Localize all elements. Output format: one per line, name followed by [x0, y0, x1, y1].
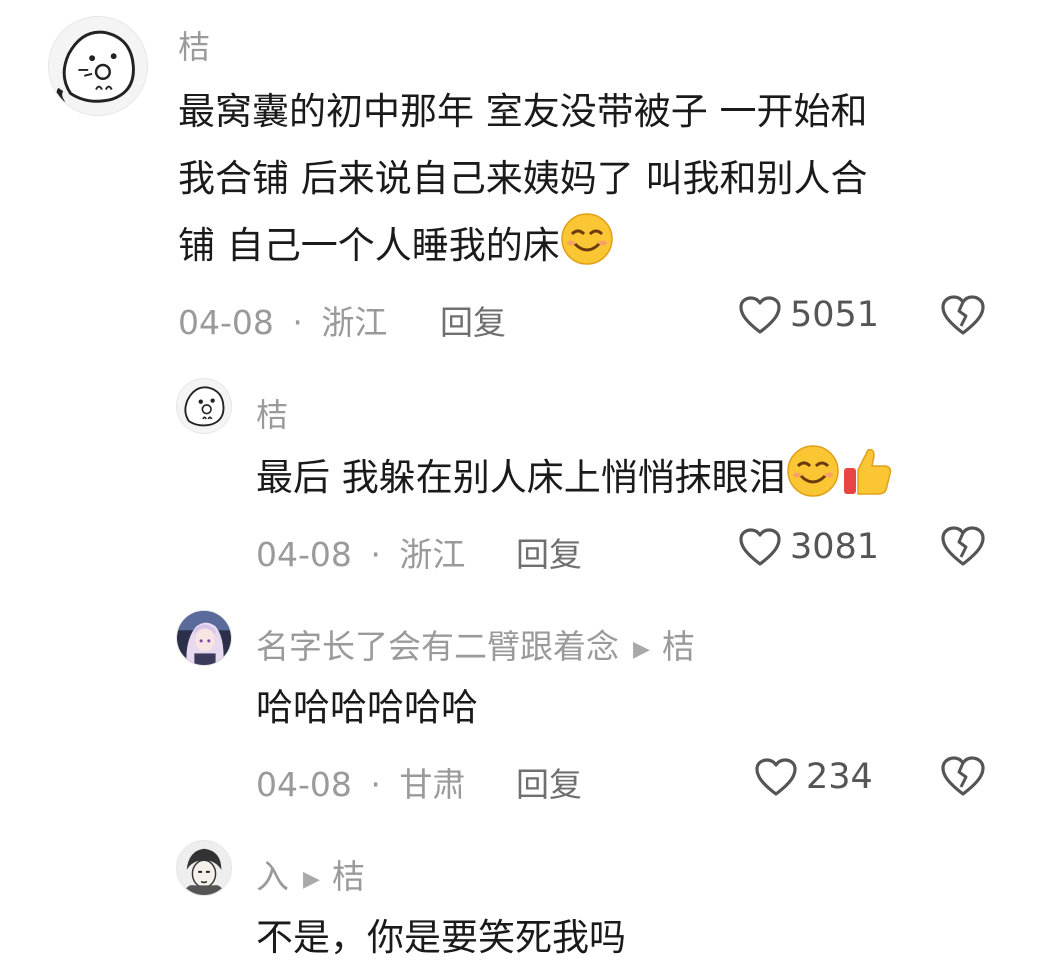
heart-outline-icon: [739, 296, 781, 334]
comment-text-line: 我合铺 后来说自己来姨妈了 叫我和别人合: [178, 157, 868, 200]
avatar-blob-icon: [177, 379, 231, 433]
anime-girl-avatar-icon: [177, 611, 231, 665]
meta-separator: ·: [292, 303, 303, 342]
avatar-ju[interactable]: [176, 378, 232, 434]
comment-text-line: 铺 自己一个人睡我的床: [178, 212, 868, 279]
comment-username-line: 名字长了会有二臂跟着念 ▶ 桔: [256, 620, 695, 668]
like-count: 3081: [790, 527, 880, 567]
comment-location: 甘肃: [399, 765, 466, 804]
comment-date: 04-08: [178, 303, 274, 342]
dislike-button[interactable]: [940, 525, 986, 571]
heart-outline-icon: [739, 528, 781, 566]
comment-text: 最窝囊的初中那年 室友没带被子 一开始和 我合铺 后来说自己来姨妈了 叫我和别人…: [178, 78, 868, 279]
like-button[interactable]: 5051: [738, 295, 879, 335]
smiling-face-emoji-icon: [787, 445, 839, 497]
like-count: 5051: [790, 295, 880, 335]
comment-text: 最后 我躲在别人床上悄悄抹眼泪: [256, 444, 894, 511]
reply-button[interactable]: 回复: [516, 528, 582, 576]
comment-location: 浙江: [321, 303, 388, 342]
comment-text-segment: 最后 我躲在别人床上悄悄抹眼泪: [256, 456, 786, 499]
comment-meta: 04-08 · 甘肃: [256, 758, 465, 806]
broken-heart-icon: [941, 756, 985, 796]
like-button[interactable]: 234: [754, 757, 873, 797]
play-triangle-icon: ▶: [633, 637, 650, 662]
comment-date: 04-08: [256, 535, 352, 574]
avatar-ju[interactable]: [48, 16, 148, 116]
avatar-sketch[interactable]: [176, 840, 232, 896]
comment-text-line: 最后 我躲在别人床上悄悄抹眼泪: [256, 444, 894, 511]
sketch-portrait-avatar-icon: [177, 841, 231, 895]
comment-text: 不是，你是要笑死我吗: [256, 904, 626, 971]
comment-text-line: 哈哈哈哈哈哈: [256, 686, 478, 729]
comment-username[interactable]: 入: [256, 857, 289, 896]
dislike-button[interactable]: [940, 755, 986, 801]
comment-location: 浙江: [399, 535, 466, 574]
comment-date: 04-08: [256, 765, 352, 804]
like-count: 234: [806, 757, 873, 797]
comment-username[interactable]: 桔: [256, 390, 288, 436]
comment-username[interactable]: 桔: [178, 22, 210, 68]
meta-separator: ·: [370, 765, 381, 804]
reply-to-username[interactable]: 桔: [662, 627, 695, 666]
broken-heart-icon: [941, 295, 985, 335]
dislike-button[interactable]: [940, 294, 986, 340]
comment-text: 哈哈哈哈哈哈: [256, 674, 478, 741]
meta-separator: ·: [370, 535, 381, 574]
reply-to-username[interactable]: 桔: [332, 857, 365, 896]
avatar-blob-icon: [49, 17, 147, 115]
avatar-anime-girl[interactable]: [176, 610, 232, 666]
broken-heart-icon: [941, 526, 985, 566]
smiling-face-emoji-icon: [561, 213, 613, 265]
thumbs-up-emoji-icon: [843, 448, 892, 495]
like-button[interactable]: 3081: [738, 527, 879, 567]
comment-meta: 04-08 · 浙江: [256, 528, 465, 576]
comment-meta: 04-08 · 浙江: [178, 296, 387, 344]
reply-button[interactable]: 回复: [516, 758, 582, 806]
comment-text-line: 不是，你是要笑死我吗: [256, 916, 626, 959]
play-triangle-icon: ▶: [303, 867, 320, 892]
reply-button[interactable]: 回复: [440, 296, 506, 344]
comment-username[interactable]: 名字长了会有二臂跟着念: [256, 627, 619, 666]
comment-username-line: 入 ▶ 桔: [256, 850, 365, 898]
comment-text-line: 最窝囊的初中那年 室友没带被子 一开始和: [178, 90, 868, 133]
comment-text-segment: 铺 自己一个人睡我的床: [178, 224, 560, 267]
heart-outline-icon: [755, 758, 797, 796]
